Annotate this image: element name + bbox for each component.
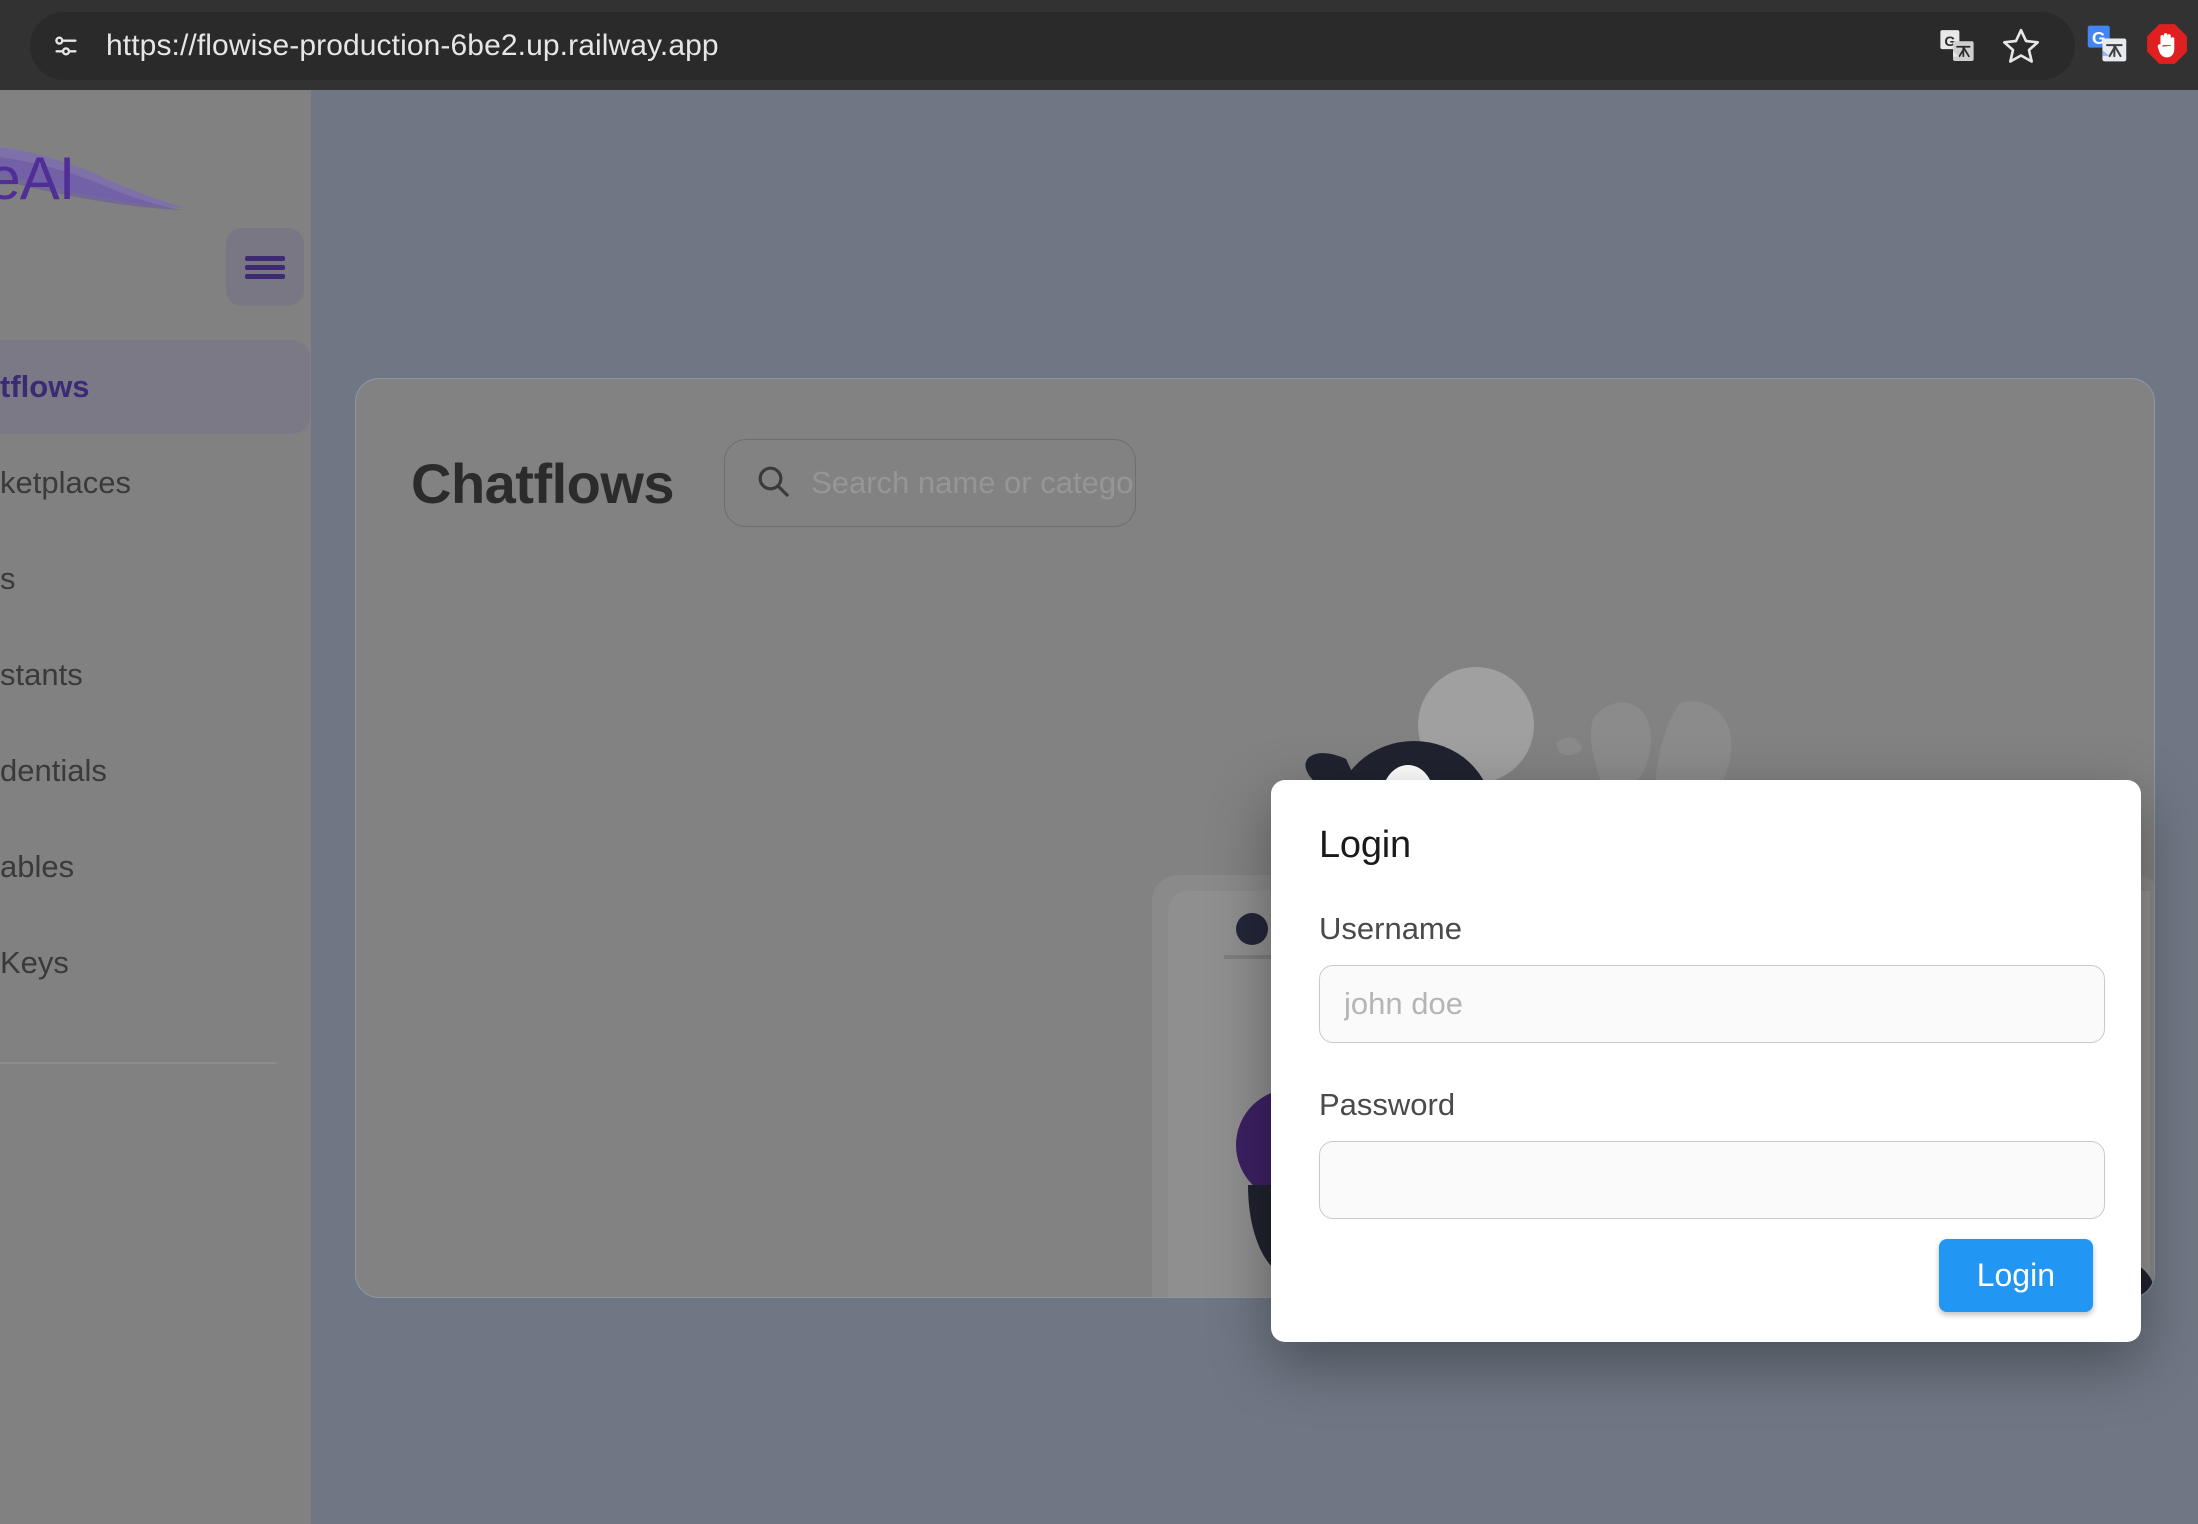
burger-line — [245, 256, 285, 261]
sidebar-item-credentials[interactable]: dentials — [0, 724, 310, 818]
burger-line — [245, 274, 285, 279]
sidebar-item-label: dentials — [0, 753, 107, 789]
page-settings-icon[interactable] — [38, 18, 94, 74]
sidebar-item-label: ables — [0, 849, 74, 885]
brand-logo[interactable]: iseAI — [0, 118, 200, 218]
address-bar[interactable]: https://flowise-production-6be2.up.railw… — [30, 12, 2075, 80]
sidebar-item-variables[interactable]: ables — [0, 820, 310, 914]
dialog-actions: Login — [1939, 1239, 2093, 1312]
sidebar-item-label: stants — [0, 657, 83, 693]
login-dialog: Login Username Password Login — [1271, 780, 2141, 1342]
password-label: Password — [1319, 1087, 2093, 1123]
search-input[interactable] — [811, 465, 1136, 501]
dialog-title: Login — [1319, 824, 2093, 867]
omnibox-actions: G — [1931, 20, 2047, 72]
search-icon — [753, 461, 793, 506]
sidebar-item-label: ketplaces — [0, 465, 131, 501]
sidebar-nav: tflows ketplaces s stants dentials ables… — [0, 340, 310, 1012]
sidebar-item-label: s — [0, 561, 16, 597]
chatflows-header: Chatflows — [411, 439, 1136, 527]
stop-hand-adblock-icon[interactable] — [2142, 19, 2192, 69]
search-box[interactable] — [724, 439, 1136, 527]
star-icon[interactable] — [1995, 20, 2047, 72]
extension-icons: G — [2082, 8, 2198, 80]
url-text: https://flowise-production-6be2.up.railw… — [106, 29, 719, 63]
sidebar: iseAI tflows ketplaces s stants de — [0, 90, 311, 1524]
sidebar-item-label: tflows — [0, 369, 90, 405]
login-submit-button[interactable]: Login — [1939, 1239, 2093, 1312]
username-field[interactable] — [1319, 965, 2105, 1043]
burger-line — [245, 265, 285, 270]
sidebar-item-marketplaces[interactable]: ketplaces — [0, 436, 310, 530]
username-label: Username — [1319, 911, 2093, 947]
sidebar-item-tools[interactable]: s — [0, 532, 310, 626]
sidebar-item-label: Keys — [0, 945, 69, 981]
sidebar-item-assistants[interactable]: stants — [0, 628, 310, 722]
sidebar-item-api-keys[interactable]: Keys — [0, 916, 310, 1010]
page-title: Chatflows — [411, 451, 674, 516]
password-field[interactable] — [1319, 1141, 2105, 1219]
app-page: iseAI tflows ketplaces s stants de — [0, 90, 2198, 1524]
sidebar-item-chatflows[interactable]: tflows — [0, 340, 310, 434]
google-translate-extension-icon[interactable]: G — [2082, 19, 2132, 69]
brand-text: iseAI — [0, 144, 74, 213]
hamburger-menu-icon[interactable] — [226, 228, 304, 306]
translate-icon[interactable]: G — [1931, 20, 1983, 72]
sidebar-divider — [0, 1062, 276, 1064]
browser-chrome: https://flowise-production-6be2.up.railw… — [0, 0, 2198, 90]
